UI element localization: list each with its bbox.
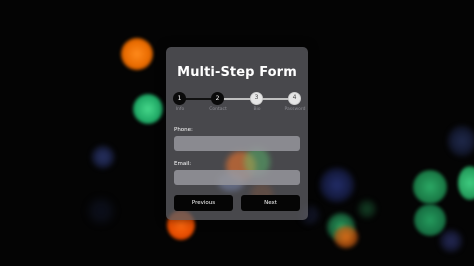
step-3-label: Bio xyxy=(253,107,261,112)
progress-stepper: 1 2 3 4 Info Contact Bio Password xyxy=(173,92,306,112)
step-2-indicator: 2 xyxy=(211,92,224,105)
bokeh-light xyxy=(121,38,153,70)
bokeh-light xyxy=(334,226,358,248)
form-title: Multi-Step Form xyxy=(177,65,297,80)
step-4-indicator: 4 xyxy=(288,92,301,105)
email-input[interactable] xyxy=(174,170,300,185)
bokeh-light xyxy=(88,198,114,224)
email-label: Email: xyxy=(174,161,192,167)
phone-input[interactable] xyxy=(174,136,300,151)
bokeh-light xyxy=(440,230,462,252)
step-1-indicator: 1 xyxy=(173,92,186,105)
previous-button[interactable]: Previous xyxy=(174,195,233,211)
bokeh-light xyxy=(92,146,114,168)
next-button[interactable]: Next xyxy=(241,195,300,211)
step-1-label: Info xyxy=(175,107,185,112)
step-2-label: Contact xyxy=(209,107,227,112)
bokeh-light xyxy=(448,126,474,156)
phone-label: Phone: xyxy=(174,127,193,133)
multi-step-form-card: Multi-Step Form 1 2 3 4 Info Contact Bio… xyxy=(166,47,308,220)
bokeh-light xyxy=(414,204,446,236)
bokeh-light xyxy=(413,170,447,204)
bokeh-light xyxy=(133,94,163,124)
background-scene: Multi-Step Form 1 2 3 4 Info Contact Bio… xyxy=(0,0,474,266)
bokeh-light xyxy=(320,168,354,202)
bokeh-light xyxy=(458,166,474,200)
step-3-indicator: 3 xyxy=(250,92,263,105)
bokeh-light xyxy=(358,200,376,218)
step-4-label: Password xyxy=(284,107,306,112)
